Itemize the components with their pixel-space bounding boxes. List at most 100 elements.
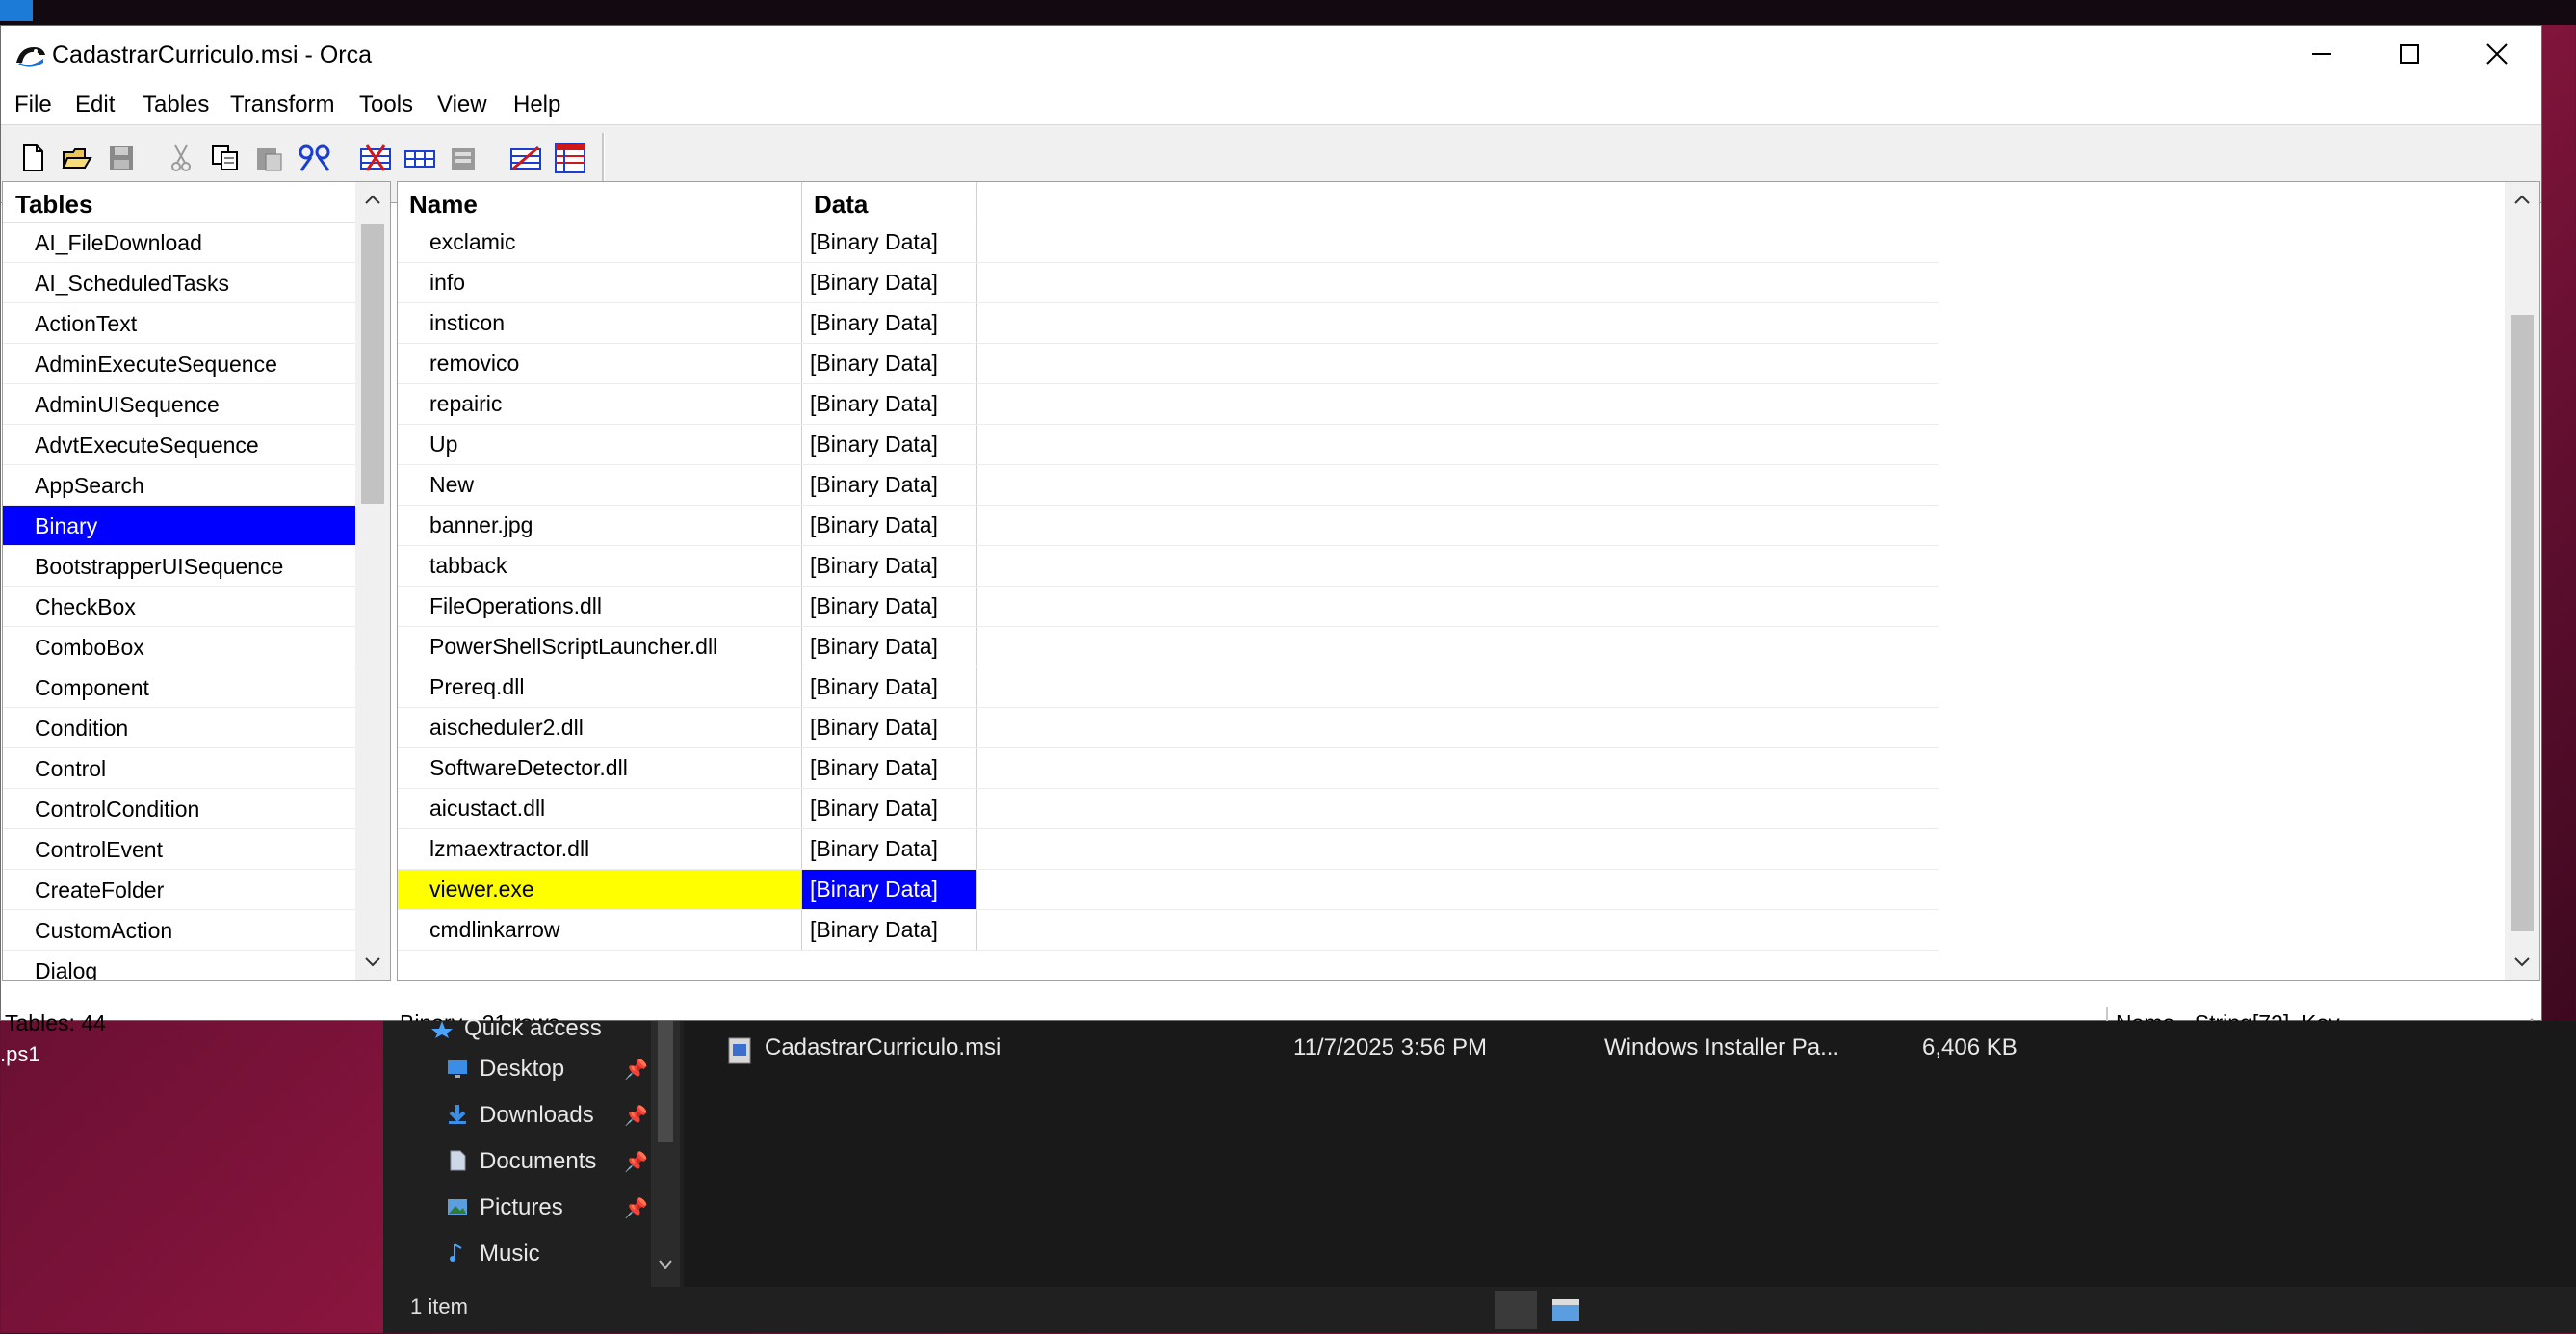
table-list-item[interactable]: CustomAction [3,910,355,951]
table-list-item[interactable]: AdminExecuteSequence [3,344,355,384]
cell-data[interactable]: [Binary Data] [802,789,977,828]
table-list-item[interactable]: Control [3,748,355,789]
table-list-item[interactable]: CheckBox [3,587,355,627]
table-list-item[interactable]: ControlCondition [3,789,355,829]
close-button[interactable] [2454,26,2540,82]
cell-name[interactable]: aicustact.dll [398,789,802,828]
table-list-item[interactable]: ControlEvent [3,829,355,870]
table-list-item[interactable]: ComboBox [3,627,355,667]
cut-button[interactable] [165,142,197,174]
table-row[interactable]: PowerShellScriptLauncher.dll [Binary Data… [398,627,1939,667]
table-row[interactable]: Up [Binary Data] [398,425,1939,465]
cell-name[interactable]: exclamic [398,222,802,262]
cell-data[interactable]: [Binary Data] [802,910,977,950]
cell-data[interactable]: [Binary Data] [802,748,977,788]
cell-data[interactable]: [Binary Data] [802,222,977,262]
table-list-item[interactable]: CreateFolder [3,870,355,910]
cell-data[interactable]: [Binary Data] [802,870,977,909]
menu-view[interactable]: View [437,92,487,118]
table-row[interactable]: aicustact.dll [Binary Data] [398,789,1939,829]
table-row[interactable]: exclamic [Binary Data] [398,222,1939,263]
table-row[interactable]: aischeduler2.dll [Binary Data] [398,708,1939,748]
copy-button[interactable] [209,142,242,174]
file-name[interactable]: CadastrarCurriculo.msi [765,1034,1001,1061]
cell-data[interactable]: [Binary Data] [802,667,977,707]
cell-data[interactable]: [Binary Data] [802,425,977,464]
minimize-button[interactable] [2278,26,2365,82]
nav-documents[interactable]: Documents [480,1148,596,1175]
add-table-button[interactable] [359,142,392,174]
cell-name[interactable]: aischeduler2.dll [398,708,802,747]
validate-button[interactable] [509,142,542,174]
cell-name[interactable]: info [398,263,802,302]
scroll-up-button[interactable] [355,182,390,217]
cell-name[interactable]: Prereq.dll [398,667,802,707]
cell-name[interactable]: Up [398,425,802,464]
cell-data[interactable]: [Binary Data] [802,303,977,343]
cell-name[interactable]: lzmaextractor.dll [398,829,802,869]
cell-name[interactable]: New [398,465,802,505]
table-row[interactable]: FileOperations.dll [Binary Data] [398,587,1939,627]
find-button[interactable] [298,142,330,174]
cell-name[interactable]: FileOperations.dll [398,587,802,626]
table-list-item[interactable]: Condition [3,708,355,748]
table-list-item[interactable]: BootstrapperUISequence [3,546,355,587]
table-row[interactable]: cmdlinkarrow [Binary Data] [398,910,1939,951]
menu-tools[interactable]: Tools [359,92,413,118]
table-row[interactable]: New [Binary Data] [398,465,1939,506]
menu-tables[interactable]: Tables [143,92,209,118]
title-bar[interactable]: CadastrarCurriculo.msi - Orca [1,26,2541,86]
cell-data[interactable]: [Binary Data] [802,627,977,667]
table-row[interactable]: insticon [Binary Data] [398,303,1939,344]
column-header-name[interactable]: Name [398,182,802,222]
cell-data[interactable]: [Binary Data] [802,506,977,545]
cell-data[interactable]: [Binary Data] [802,344,977,383]
tables-scrollbar[interactable] [355,182,390,980]
table-list-item[interactable]: Component [3,667,355,708]
maximize-button[interactable] [2366,26,2453,82]
nav-quick-access[interactable]: Quick access [464,1015,602,1042]
paste-button[interactable] [253,142,286,174]
cell-data[interactable]: [Binary Data] [802,546,977,586]
cell-name[interactable]: removico [398,344,802,383]
cell-name[interactable]: viewer.exe [398,870,802,909]
cell-data[interactable]: [Binary Data] [802,708,977,747]
column-header-data[interactable]: Data [802,182,977,222]
cell-name[interactable]: banner.jpg [398,506,802,545]
nav-scrollbar[interactable] [651,1021,680,1287]
table-row[interactable]: SoftwareDetector.dll [Binary Data] [398,748,1939,789]
nav-desktop[interactable]: Desktop [480,1056,564,1083]
cell-data[interactable]: [Binary Data] [802,829,977,869]
nav-scrollbar-thumb[interactable] [658,1021,673,1142]
table-list-item[interactable]: Dialog [3,951,355,980]
table-list-item[interactable]: Binary [3,506,355,546]
data-scrollbar[interactable] [2505,182,2539,980]
scroll-down-button[interactable] [355,945,390,980]
data-scroll-down-button[interactable] [2505,945,2539,980]
table-row[interactable]: info [Binary Data] [398,263,1939,303]
table-list-item[interactable]: AdvtExecuteSequence [3,425,355,465]
cell-name[interactable]: SoftwareDetector.dll [398,748,802,788]
tiles-view-button[interactable] [1545,1291,1587,1329]
cell-name[interactable]: repairic [398,384,802,424]
cell-data[interactable]: [Binary Data] [802,263,977,302]
table-list-item[interactable]: AI_FileDownload [3,222,355,263]
table-row[interactable]: tabback [Binary Data] [398,546,1939,587]
table-row[interactable]: repairic [Binary Data] [398,384,1939,425]
table-list-item[interactable]: AI_ScheduledTasks [3,263,355,303]
table-row[interactable]: lzmaextractor.dll [Binary Data] [398,829,1939,870]
nav-music[interactable]: Music [480,1241,540,1268]
table-row[interactable]: Prereq.dll [Binary Data] [398,667,1939,708]
nav-downloads[interactable]: Downloads [480,1102,594,1129]
menu-help[interactable]: Help [513,92,560,118]
table-list-item[interactable]: AppSearch [3,465,355,506]
properties-button[interactable] [554,142,586,174]
table-row[interactable]: removico [Binary Data] [398,344,1939,384]
save-button[interactable] [105,142,138,174]
cell-data[interactable]: [Binary Data] [802,465,977,505]
menu-transform[interactable]: Transform [230,92,334,118]
menu-file[interactable]: File [14,92,52,118]
details-view-button[interactable] [1495,1291,1537,1329]
desktop-file-label[interactable]: .ps1 [0,1042,40,1067]
cell-data[interactable]: [Binary Data] [802,384,977,424]
